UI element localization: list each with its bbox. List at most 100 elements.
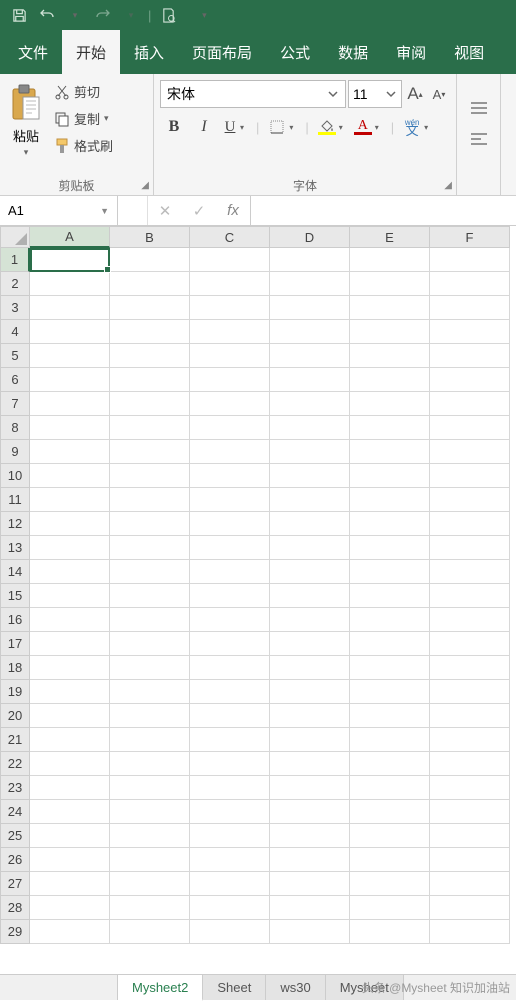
sheet-tab[interactable]: ws30 — [266, 975, 325, 1000]
row-header[interactable]: 10 — [0, 464, 30, 488]
cell[interactable] — [30, 320, 110, 344]
sheet-tab[interactable]: Sheet — [203, 975, 266, 1000]
row-header[interactable]: 9 — [0, 440, 30, 464]
cell[interactable] — [30, 800, 110, 824]
cell[interactable] — [430, 752, 510, 776]
cell[interactable] — [350, 632, 430, 656]
column-header[interactable]: D — [270, 226, 350, 248]
cell[interactable] — [430, 392, 510, 416]
row-header[interactable]: 16 — [0, 608, 30, 632]
cell[interactable] — [270, 776, 350, 800]
cell[interactable] — [30, 776, 110, 800]
cell[interactable] — [430, 296, 510, 320]
row-header[interactable]: 3 — [0, 296, 30, 320]
cell[interactable] — [350, 296, 430, 320]
cell[interactable] — [190, 920, 270, 944]
name-box[interactable]: A1 ▼ — [0, 196, 118, 225]
cell[interactable] — [270, 512, 350, 536]
cell[interactable] — [30, 344, 110, 368]
row-header[interactable]: 26 — [0, 848, 30, 872]
cell[interactable] — [430, 416, 510, 440]
cell[interactable] — [190, 368, 270, 392]
cell[interactable] — [270, 368, 350, 392]
cell[interactable] — [110, 608, 190, 632]
row-header[interactable]: 1 — [0, 248, 30, 272]
tab-insert[interactable]: 插入 — [120, 30, 178, 74]
undo-dropdown-icon[interactable]: ▾ — [62, 3, 88, 27]
cell[interactable] — [350, 920, 430, 944]
cell[interactable] — [30, 728, 110, 752]
cell[interactable] — [190, 488, 270, 512]
cell[interactable] — [350, 512, 430, 536]
cell[interactable] — [30, 920, 110, 944]
row-header[interactable]: 2 — [0, 272, 30, 296]
cell[interactable] — [350, 656, 430, 680]
cell[interactable] — [270, 680, 350, 704]
cell[interactable] — [350, 560, 430, 584]
column-header[interactable]: A — [30, 226, 110, 248]
cell[interactable] — [350, 344, 430, 368]
cell[interactable] — [270, 488, 350, 512]
cell[interactable] — [190, 680, 270, 704]
cell[interactable] — [270, 872, 350, 896]
cell[interactable] — [110, 512, 190, 536]
row-header[interactable]: 29 — [0, 920, 30, 944]
cell[interactable] — [270, 608, 350, 632]
cell[interactable] — [110, 728, 190, 752]
cell[interactable] — [430, 320, 510, 344]
cell[interactable] — [110, 320, 190, 344]
cell[interactable] — [190, 344, 270, 368]
tab-review[interactable]: 审阅 — [382, 30, 440, 74]
row-header[interactable]: 6 — [0, 368, 30, 392]
cell[interactable] — [190, 608, 270, 632]
cell[interactable] — [270, 752, 350, 776]
row-header[interactable]: 22 — [0, 752, 30, 776]
row-header[interactable]: 28 — [0, 896, 30, 920]
cell[interactable] — [350, 416, 430, 440]
cell[interactable] — [110, 464, 190, 488]
font-family-select[interactable]: 宋体 — [160, 80, 346, 108]
cell[interactable] — [350, 752, 430, 776]
cell[interactable] — [190, 320, 270, 344]
cell[interactable] — [270, 632, 350, 656]
row-header[interactable]: 8 — [0, 416, 30, 440]
cell[interactable] — [350, 896, 430, 920]
cell[interactable] — [30, 296, 110, 320]
save-icon[interactable] — [6, 3, 32, 27]
clipboard-launcher-icon[interactable]: ◢ — [141, 180, 149, 191]
cell[interactable] — [350, 536, 430, 560]
cell[interactable] — [430, 608, 510, 632]
cell[interactable] — [110, 488, 190, 512]
cut-button[interactable]: 剪切 — [50, 80, 117, 103]
cell[interactable] — [110, 632, 190, 656]
align-left-button[interactable] — [469, 132, 489, 149]
cell[interactable] — [270, 392, 350, 416]
cell[interactable] — [110, 920, 190, 944]
italic-button[interactable]: I — [190, 114, 218, 140]
column-header[interactable]: F — [430, 226, 510, 248]
cell[interactable] — [270, 272, 350, 296]
cell[interactable] — [30, 608, 110, 632]
formula-input[interactable] — [251, 196, 516, 225]
tab-file[interactable]: 文件 — [4, 30, 62, 74]
cell[interactable] — [430, 800, 510, 824]
cell[interactable] — [430, 536, 510, 560]
cell[interactable] — [30, 584, 110, 608]
print-preview-icon[interactable] — [155, 3, 181, 27]
chevron-down-icon[interactable]: ▾ — [424, 123, 434, 132]
underline-button[interactable]: U ▾ — [220, 114, 250, 140]
cell[interactable] — [110, 680, 190, 704]
cell[interactable] — [110, 656, 190, 680]
cell[interactable] — [350, 608, 430, 632]
row-header[interactable]: 4 — [0, 320, 30, 344]
cell[interactable] — [430, 272, 510, 296]
paste-dropdown-icon[interactable]: ▾ — [24, 147, 29, 158]
confirm-button[interactable]: ✓ — [182, 202, 216, 220]
cell[interactable] — [190, 728, 270, 752]
cell[interactable] — [30, 464, 110, 488]
cell[interactable] — [430, 872, 510, 896]
format-painter-button[interactable]: 格式刷 — [50, 134, 117, 157]
cell[interactable] — [270, 848, 350, 872]
fill-color-button[interactable]: ▾ — [315, 114, 349, 140]
font-launcher-icon[interactable]: ◢ — [444, 180, 452, 191]
